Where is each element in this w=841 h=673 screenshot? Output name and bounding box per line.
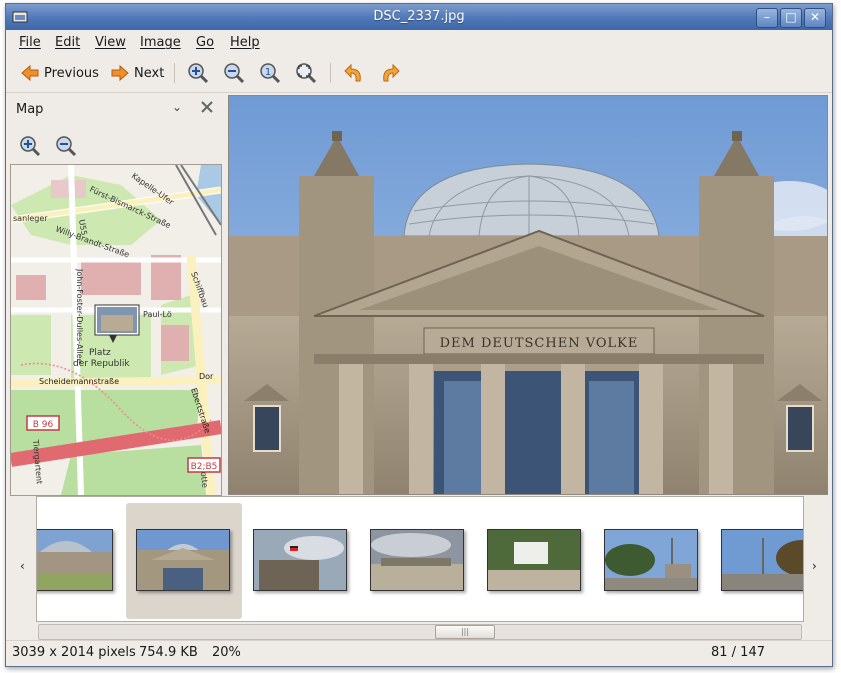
thumbnail[interactable] — [370, 529, 464, 591]
close-icon: ✕ — [809, 10, 821, 24]
map-label: der Republik — [73, 359, 130, 369]
rotate-left-icon — [344, 63, 361, 82]
zoom-out-icon — [224, 63, 245, 84]
next-label: Next — [134, 65, 165, 81]
zoom-level: 20% — [212, 645, 241, 660]
map-zoom-in-icon[interactable] — [18, 134, 42, 158]
rotate-right-icon — [383, 63, 400, 82]
close-panel-icon[interactable] — [198, 98, 216, 116]
chevron-down-icon[interactable]: ⌄ — [172, 100, 182, 114]
reichstag-photo: DEM DEUTSCHEN VOLKE — [229, 96, 827, 494]
filmstrip-scrollbar[interactable]: ||| — [38, 624, 802, 640]
zoom-in-icon — [188, 63, 209, 84]
thumbnail[interactable] — [487, 529, 581, 591]
arrow-left-icon — [21, 64, 39, 82]
menu-view-label: View — [95, 35, 126, 50]
status-bar: 3039 x 2014 pixels 754.9 KB 20% 81 / 147 — [6, 640, 832, 665]
side-panel: Map ⌄ Kapelle-Ufer Fürst-Bismarck-Straße… — [6, 94, 226, 496]
menu-file-label: File — [19, 35, 41, 50]
zoom-fit-button[interactable] — [294, 60, 318, 86]
menu-file[interactable]: File — [19, 35, 41, 50]
map-label: Scheidemannstraße — [39, 377, 119, 386]
building-inscription: DEM DEUTSCHEN VOLKE — [440, 336, 639, 351]
zoom-fit-icon — [296, 63, 317, 84]
next-button[interactable]: Next — [110, 60, 164, 86]
toolbar: Previous Next 1 — [6, 54, 832, 93]
thumbnail[interactable] — [604, 529, 698, 591]
close-window-button[interactable]: ✕ — [804, 8, 826, 28]
previous-label: Previous — [44, 65, 99, 81]
previous-button[interactable]: Previous — [20, 60, 99, 86]
toolbar-separator — [330, 63, 331, 83]
zoom-normal-button[interactable]: 1 — [258, 60, 282, 86]
thumbnail-selected[interactable] — [136, 529, 230, 591]
rotate-left-button[interactable] — [342, 60, 366, 86]
scrollbar-handle[interactable]: ||| — [435, 625, 495, 639]
map-label: otte — [199, 471, 209, 488]
toolbar-separator — [174, 63, 175, 83]
map-view[interactable]: Kapelle-Ufer Fürst-Bismarck-Straße sanle… — [10, 164, 222, 496]
map-zoom-out-icon[interactable] — [54, 134, 78, 158]
menu-bar: File Edit View Image Go Help — [6, 31, 832, 53]
menu-image-label: Image — [140, 35, 181, 50]
image-position: 81 / 147 — [711, 645, 765, 660]
menu-go-label: Go — [196, 35, 215, 50]
thumbnail[interactable] — [721, 529, 803, 591]
map-label: sanleger — [13, 214, 48, 223]
filmstrip-right-arrow[interactable]: › — [812, 559, 817, 573]
image-viewer-window: DSC_2337.jpg – □ ✕ File Edit View Image … — [5, 3, 833, 667]
image-dimensions: 3039 x 2014 pixels — [12, 645, 136, 660]
menu-edit[interactable]: Edit — [55, 35, 80, 50]
minimize-icon: – — [764, 10, 770, 24]
arrow-right-icon — [111, 64, 129, 82]
menu-go[interactable]: Go — [196, 35, 214, 50]
map-canvas[interactable]: Kapelle-Ufer Fürst-Bismarck-Straße sanle… — [11, 165, 221, 495]
zoom-original-icon: 1 — [260, 63, 281, 84]
menu-edit-label: Edit — [55, 35, 81, 50]
filmstrip[interactable] — [36, 496, 804, 622]
map-label: Dor — [199, 372, 214, 381]
side-panel-title: Map — [16, 102, 44, 117]
menu-view[interactable]: View — [95, 35, 126, 50]
map-label: John-Foster-Dulles-Allee — [75, 268, 84, 364]
maximize-button[interactable]: □ — [780, 8, 802, 28]
zoom-out-button[interactable] — [222, 60, 246, 86]
maximize-icon: □ — [785, 10, 797, 24]
window-title: DSC_2337.jpg — [373, 9, 465, 24]
menu-help[interactable]: Help — [230, 35, 260, 50]
image-filesize: 754.9 KB — [139, 645, 198, 660]
title-bar[interactable]: DSC_2337.jpg – □ ✕ — [6, 4, 832, 30]
map-label: Paul-Lö — [143, 310, 172, 319]
svg-text:1: 1 — [265, 67, 271, 78]
filmstrip-left-arrow[interactable]: ‹ — [20, 559, 25, 573]
thumbnail[interactable] — [37, 529, 113, 591]
zoom-in-button[interactable] — [186, 60, 210, 86]
menu-image[interactable]: Image — [140, 35, 181, 50]
map-label: Platz — [89, 348, 111, 358]
menu-help-label: Help — [230, 35, 260, 50]
image-view[interactable]: DEM DEUTSCHEN VOLKE — [228, 95, 828, 495]
rotate-right-button[interactable] — [378, 60, 402, 86]
map-label: B2;B5 — [191, 462, 218, 472]
map-label: B 96 — [33, 420, 54, 430]
thumbnail[interactable] — [253, 529, 347, 591]
minimize-button[interactable]: – — [756, 8, 778, 28]
